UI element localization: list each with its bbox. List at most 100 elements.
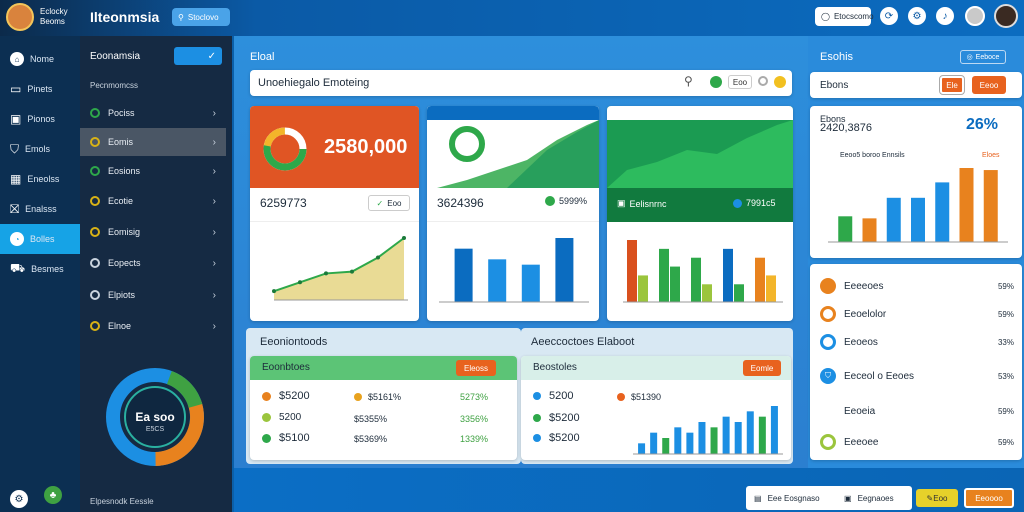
sidebar-item-store[interactable]: ▦ Eneolss	[0, 164, 80, 194]
list-item[interactable]: Eeeeoes 59%	[820, 278, 1014, 294]
bar	[702, 284, 712, 302]
subnav-item-label: Eomis	[108, 137, 134, 147]
leaf-icon[interactable]: ♣	[44, 486, 62, 504]
search-icon[interactable]: ⚲	[684, 74, 693, 88]
right-button-1[interactable]: Ele	[939, 75, 965, 95]
panel-header: Eoonbtoes Eleoss	[250, 356, 517, 380]
chevron-right-icon: ›	[212, 320, 216, 332]
bar	[886, 197, 901, 242]
avatar[interactable]	[6, 3, 34, 31]
bottom-bar: ▤ Eee Eosgnaso ▣ Eegnaoes ✎ Eoo Eeoooo	[234, 468, 1024, 512]
row-pct: $5355%	[354, 414, 388, 424]
bottom-button-1[interactable]: ✎ Eoo	[916, 489, 958, 507]
status-dot-icon	[533, 392, 541, 400]
data-point	[272, 289, 276, 294]
settings-icon[interactable]: ⚙	[908, 7, 926, 25]
right-panel: Esohis ◎ Eeboce Ebons Ele Eeoo Ebons 2420…	[808, 36, 1024, 468]
list-item: $5200	[533, 412, 580, 424]
list-item[interactable]: Eeoeia 59%	[820, 406, 1014, 417]
donut-sub: E5CS	[145, 426, 165, 433]
status-dot-icon	[90, 227, 100, 237]
green-dot-icon	[710, 76, 722, 88]
user-avatar[interactable]	[965, 6, 985, 26]
sidebar-item-inbox[interactable]: ▭ Pinets	[0, 74, 80, 104]
subnav-item[interactable]: Ecotie ›	[80, 187, 226, 215]
subnav-item[interactable]: Pociss ›	[80, 99, 226, 127]
right-row-label: Ebons	[820, 80, 849, 91]
top-bar: Eclocky Beoms Ilteonmsia ⚲ Stoclovo ◯ Etoc…	[0, 0, 1024, 36]
right-badge[interactable]: ◎ Eeboce	[960, 50, 1006, 64]
bar	[983, 170, 998, 242]
data-point	[298, 280, 302, 285]
subnav-toggle-button[interactable]: ✓	[174, 47, 222, 65]
line-area	[274, 238, 404, 300]
donut-value: Ea soo	[135, 410, 175, 424]
metric-card-3[interactable]: ▣ Eelisnrnc 7991c5	[607, 106, 793, 321]
sidebar-item-gift[interactable]: ⛝ Enalsss	[0, 194, 80, 224]
card-badge: 7991c5	[733, 198, 776, 208]
search-button[interactable]: ⚲ Stoclovo	[172, 8, 230, 26]
grouped-bar-chart	[623, 240, 783, 303]
chat-icon: ◯	[821, 12, 830, 21]
refresh-icon[interactable]: ⟳	[880, 7, 898, 25]
row-value: 5200	[555, 432, 580, 444]
panel-left: Eeoniontoods Eoonbtoes Eleoss $5200 $516…	[246, 328, 521, 464]
sidebar-item-monitor[interactable]: ▣ Pionos	[0, 104, 80, 134]
subnav-item[interactable]: Eomis ›	[80, 128, 226, 156]
list-item[interactable]: ⛉ Eeceol o Eeoes 53%	[820, 368, 1014, 384]
list-item[interactable]: Eeoelolor 59%	[820, 306, 1014, 322]
bar	[521, 264, 540, 302]
sidebar-item-chart[interactable]: ◔ Bolles	[0, 224, 80, 254]
main-panel: Eloal Unoehiegalo Emoteing ⚲ Eoo 2580,00…	[234, 36, 808, 468]
subnav-item[interactable]: Elnoe ›	[80, 312, 226, 340]
sidebar-item-label: Pionos	[27, 114, 55, 124]
subnav-item[interactable]: Eosions ›	[80, 157, 226, 185]
filter-button[interactable]: Eoo	[728, 75, 752, 89]
bar	[555, 238, 574, 302]
list-item-pct: 59%	[997, 281, 1014, 291]
bell-icon[interactable]: ♪	[936, 7, 954, 25]
bottom-item-1[interactable]: ▤ Eee Eosgnaso	[746, 486, 844, 510]
gear-icon[interactable]: ⚙	[10, 490, 28, 508]
list-item[interactable]: Eeoeos 33%	[820, 334, 1014, 350]
subnav-item[interactable]: Eopects ›	[80, 249, 226, 277]
profile-avatar[interactable]	[994, 4, 1018, 28]
bottom-button-2[interactable]: Eeoooo	[964, 488, 1014, 508]
panel-button[interactable]: Eleoss	[456, 360, 496, 376]
mini-bar-chart	[633, 406, 783, 455]
row-delta: 1339%	[460, 434, 489, 444]
data-point	[402, 236, 406, 240]
sidebar: ⌂ Nome ▭ Pinets ▣ Pionos ⛉ Emols ▦ Eneolss ⛝ E…	[0, 36, 80, 512]
subnav-item[interactable]: Eomisig ›	[80, 218, 226, 246]
subnav-item-label: Eomisig	[108, 227, 141, 237]
subnav-item[interactable]: Elpiots ›	[80, 281, 226, 309]
search-input[interactable]: Unoehiegalo Emoteing ⚲ Eoo	[250, 70, 792, 96]
card-badge[interactable]: ✓ Eoo	[368, 195, 410, 211]
panel-card: Eoonbtoes Eleoss $5200 $5161% 5273% 5200…	[250, 356, 517, 460]
panel-button[interactable]: Eomle	[743, 360, 781, 376]
panel-card: Beostoles Eomle 5200 $51390 $5200 $5200	[521, 356, 791, 460]
list-item[interactable]: Eeeoee 59%	[820, 434, 1014, 450]
car-icon: ⛟	[10, 261, 26, 275]
calendar-icon: ▤	[754, 493, 762, 503]
chevron-right-icon: ›	[212, 226, 216, 238]
sidebar-item-car[interactable]: ⛟ Besmes	[0, 254, 80, 284]
sidebar-item-label: Emols	[25, 144, 51, 154]
sidebar-item-home[interactable]: ⌂ Nome	[0, 44, 80, 74]
card-badge[interactable]: 5999%	[545, 196, 587, 206]
bar	[723, 248, 733, 302]
status-dot-icon	[533, 434, 541, 442]
sidebar-item-bag[interactable]: ⛉ Emols	[0, 134, 80, 164]
right-button-2[interactable]: Eeoo	[972, 76, 1006, 94]
chart-label: Eeoo5 boroo Ennsils	[840, 152, 905, 159]
metric-card-2[interactable]: 3624396 5999%	[427, 106, 599, 321]
circle-icon[interactable]	[758, 76, 768, 86]
bottom-item-2[interactable]: ▣ Eegnaoes	[838, 486, 912, 510]
row-delta: 3356%	[460, 414, 489, 424]
bar	[659, 248, 669, 302]
metric-card-1[interactable]: 2580,000 6259773 ✓ Eoo	[250, 106, 419, 321]
status-dot-icon	[733, 198, 742, 208]
topbar-button[interactable]: ◯ Etocscomo	[815, 7, 874, 26]
right-header-card: Ebons Ele Eeoo	[810, 72, 1022, 98]
card-footer-label: ▣ Eelisnrnc	[617, 198, 667, 209]
